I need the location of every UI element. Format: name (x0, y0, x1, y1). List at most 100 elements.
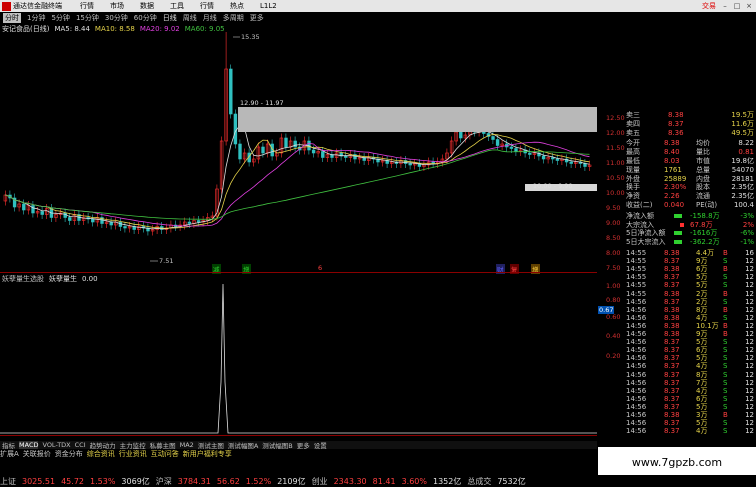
candle-body (528, 152, 532, 155)
flow-bar (674, 231, 682, 236)
info-tab[interactable]: 行业资讯 (119, 449, 147, 459)
index-sz-label[interactable]: 沪深 (156, 476, 172, 487)
stat-row: 净资 2.26 流通 2.35亿 (598, 192, 756, 201)
menu-item-data[interactable]: 数据 (140, 1, 154, 11)
candle-body (459, 131, 463, 139)
ma20-line (5, 141, 590, 227)
indicator-tab[interactable]: MACD (19, 441, 39, 449)
candle-body (551, 157, 555, 160)
stat-value: 2.26 (664, 192, 680, 201)
index-sh-pct: 1.53% (90, 476, 116, 486)
info-tab[interactable]: 关联报价 (23, 449, 51, 459)
flow-pct: 2% (742, 220, 754, 229)
info-tab[interactable]: 资金分布 (55, 449, 83, 459)
pane-divider[interactable] (0, 272, 597, 273)
period-tab-30min[interactable]: 30分钟 (105, 13, 128, 23)
period-tab-monthly[interactable]: 月线 (203, 13, 217, 23)
watermark-text: www.7gpzb.com (631, 456, 723, 469)
ask-volume: 49.5万 (731, 128, 754, 137)
flow-pct: -3% (740, 211, 754, 220)
candle-body (408, 163, 412, 166)
stat-label: 均价 (696, 139, 710, 148)
ask-volume: 19.5万 (731, 111, 754, 119)
menu-item-market[interactable]: 市场 (110, 1, 124, 11)
period-tab-daily[interactable]: 日线 (163, 13, 177, 23)
stat-value: 0.81 (738, 148, 754, 157)
indicator-chart[interactable] (0, 282, 597, 434)
period-tab-5min[interactable]: 5分钟 (51, 13, 69, 23)
ask-price: 8.38 (668, 111, 684, 119)
candle-body (22, 203, 26, 211)
index-cy-value: 2343.30 (333, 476, 367, 486)
period-tab-15min[interactable]: 15分钟 (76, 13, 99, 23)
pane-divider[interactable] (0, 435, 597, 436)
minimize-icon[interactable]: – (720, 2, 730, 10)
menu-item-quote-2[interactable]: 行情 (200, 1, 214, 11)
tick-row: 14:56 8.37 4万 S 12 (598, 427, 756, 436)
candle-body (63, 212, 67, 218)
indicator-tab[interactable]: MA2 (180, 441, 194, 449)
range-annotation-1: 12.90 - 11.97 (240, 99, 284, 107)
ask-row[interactable]: 卖三 8.38 19.5万 (598, 111, 756, 120)
info-tab[interactable]: 新用户福利专享 (183, 449, 232, 459)
stat-label: 流通 (696, 192, 710, 201)
info-tab[interactable]: 互动问答 (151, 449, 179, 459)
period-tab-more[interactable]: 更多 (250, 13, 264, 23)
candle-body (31, 205, 35, 214)
app-title: 通达信金融终端 (13, 2, 62, 10)
candle-body (109, 221, 113, 226)
flow-label: 5日大宗流入 (626, 238, 666, 247)
menu-item-tools[interactable]: 工具 (170, 1, 184, 11)
range-annotation-2: 10.00 - 9.90 (533, 182, 573, 190)
index-sh-label[interactable]: 上证 (0, 476, 16, 487)
stat-label: 量比 (696, 148, 710, 157)
index-cy-pct: 3.60% (401, 476, 427, 486)
index-cy-label[interactable]: 创业 (312, 476, 328, 487)
candle-body (91, 218, 95, 223)
maximize-icon[interactable]: □ (732, 2, 742, 10)
menu-item-l1l2[interactable]: L1L2 (260, 2, 277, 10)
tick-side: S (723, 427, 728, 436)
stat-label: PE(动) (696, 201, 718, 209)
menu-item-hot[interactable]: 热点 (230, 1, 244, 11)
candle-body (344, 155, 348, 158)
index-sh-value: 3025.51 (22, 476, 56, 486)
flow-bar (674, 213, 682, 218)
stat-label: 最高 (626, 148, 640, 157)
stat-value: 8.40 (664, 148, 680, 157)
period-tab-multi[interactable]: 多周期 (223, 13, 244, 23)
candle-body (555, 158, 560, 161)
flow-value: -362.2万 (690, 238, 720, 247)
index-sh-amount: 3069亿 (121, 476, 150, 486)
trade-button[interactable]: 交易 (702, 1, 716, 11)
stat-value: 19.8亿 (731, 157, 754, 165)
stat-label: 市值 (696, 157, 710, 165)
index-bar: 上证 3025.51 45.72 1.53% 3069亿 沪深 3784.31 … (0, 475, 756, 487)
period-tab-1min[interactable]: 1分钟 (27, 13, 45, 23)
flow-row: 大宗流入 67.8万 2% (598, 221, 756, 230)
ask-row[interactable]: 卖四 8.37 11.6万 (598, 120, 756, 129)
stat-value: 8.38 (664, 139, 680, 148)
candle-body (187, 221, 192, 224)
period-tab-intraday[interactable]: 分时 (3, 12, 21, 23)
ask-price: 8.36 (668, 128, 684, 137)
flow-pct: -1% (740, 238, 754, 247)
period-tab-weekly[interactable]: 周线 (183, 13, 197, 23)
period-tab-60min[interactable]: 60分钟 (134, 13, 157, 23)
ask-price: 8.37 (668, 119, 684, 128)
indicator-tab[interactable]: CCI (75, 441, 86, 449)
indicator-tab[interactable]: VOL-TDX (42, 441, 70, 449)
total-turnover-value: 7532亿 (497, 476, 526, 486)
stat-row: 现量 1761 总量 54070 (598, 166, 756, 175)
ask-row[interactable]: 卖五 8.36 49.5万 (598, 129, 756, 138)
candlestick-chart[interactable] (0, 32, 597, 272)
stat-row: 最低 8.03 市值 19.8亿 (598, 157, 756, 166)
index-sz-amount: 2109亿 (277, 476, 306, 486)
close-icon[interactable]: × (744, 2, 754, 10)
info-tab[interactable]: 综合资讯 (87, 449, 115, 459)
info-tab[interactable]: 扩展A (0, 449, 19, 459)
menu-item-quote[interactable]: 行情 (80, 1, 94, 11)
stat-row: 今开 8.38 均价 8.22 (598, 139, 756, 148)
stat-value: 25889 (664, 174, 687, 183)
stat-value: 0.040 (664, 201, 685, 209)
